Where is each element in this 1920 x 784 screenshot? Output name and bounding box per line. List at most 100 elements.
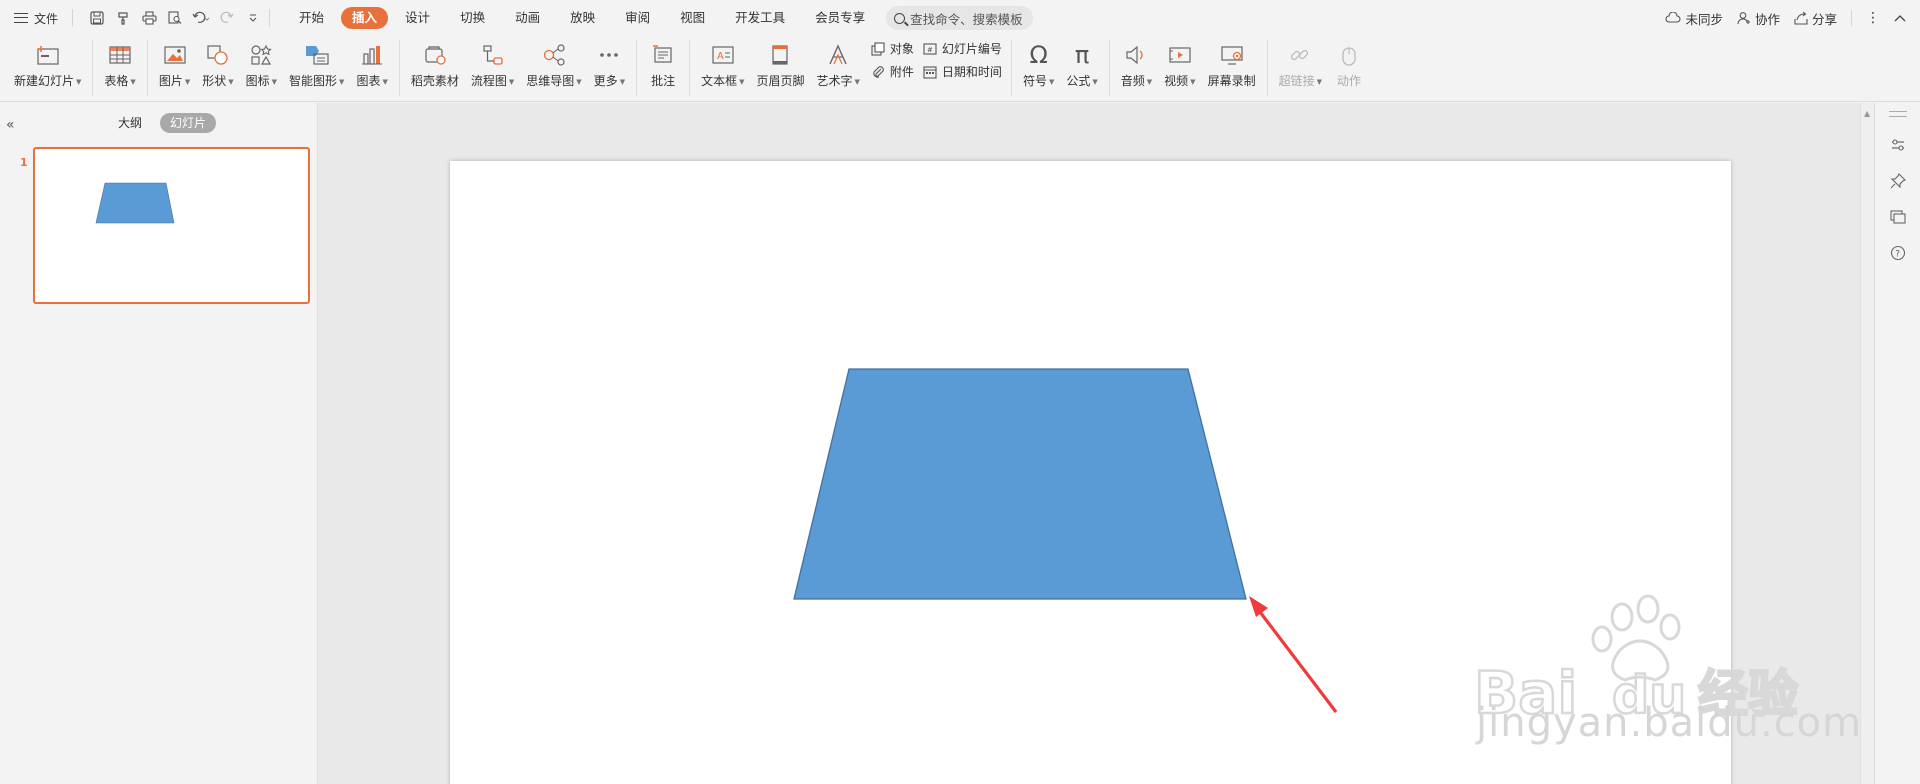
shape-button[interactable]: 形状 ▼ (196, 40, 239, 89)
screen-record-button[interactable]: 屏幕录制 (1202, 40, 1262, 89)
vertical-scrollbar[interactable]: ▲ (1860, 103, 1874, 784)
screen-record-label: 屏幕录制 (1207, 74, 1256, 88)
formula-label: 公式 (1066, 74, 1091, 88)
mindmap-icon (539, 40, 569, 70)
collapse-panel-icon[interactable]: « (6, 117, 15, 133)
comment-button[interactable]: 批注 (642, 40, 684, 89)
slides-view-tab[interactable]: 幻灯片 (160, 113, 217, 133)
screen-record-icon (1217, 40, 1247, 70)
tab-animations[interactable]: 动画 (502, 7, 553, 29)
icon-library-button[interactable]: 图标 ▼ (240, 40, 283, 89)
trapezoid-shape[interactable] (793, 368, 1247, 600)
file-menu[interactable]: 文件 (0, 0, 66, 36)
print-icon[interactable] (139, 8, 159, 28)
flowchart-icon (478, 40, 508, 70)
print-preview-icon[interactable] (165, 8, 185, 28)
sync-status-label: 未同步 (1685, 11, 1723, 27)
red-arrow-annotation (1249, 596, 1338, 713)
tab-review[interactable]: 审阅 (612, 7, 663, 29)
slide-number-label: 幻灯片编号 (941, 42, 1002, 56)
daoke-material-button[interactable]: 稻壳素材 (405, 40, 465, 89)
tab-design[interactable]: 设计 (392, 7, 443, 29)
datetime-button[interactable]: 日期和时间 (922, 63, 1002, 80)
grip-icon (1889, 111, 1907, 117)
command-search[interactable]: 查找命令、搜索模板 (886, 6, 1033, 30)
thumbnail-trapezoid (95, 182, 175, 224)
chart-label: 图表 (356, 74, 381, 88)
material-icon (420, 40, 450, 70)
datetime-label: 日期和时间 (941, 65, 1002, 79)
textbox-button[interactable]: A 文本框 ▼ (695, 40, 750, 89)
mouse-icon (1334, 40, 1364, 70)
tab-developer[interactable]: 开发工具 (722, 7, 798, 29)
customize-toolbar-icon[interactable] (243, 8, 263, 28)
ribbon-tabs: 开始 插入 设计 切换 动画 放映 审阅 视图 开发工具 会员专享 (284, 7, 880, 29)
picture-button[interactable]: 图片 ▼ (153, 40, 196, 89)
redo-icon[interactable] (217, 8, 237, 28)
mindmap-button[interactable]: 思维导图 ▼ (520, 40, 587, 89)
attachment-button[interactable]: 附件 (870, 63, 914, 80)
properties-icon[interactable] (1888, 135, 1908, 155)
action-button[interactable]: 动作 (1328, 40, 1370, 89)
table-label: 表格 (104, 74, 129, 88)
smartart-button[interactable]: 智能图形 ▼ (283, 40, 350, 89)
save-icon[interactable] (87, 8, 107, 28)
tab-view[interactable]: 视图 (667, 7, 718, 29)
omega-icon: Ω (1029, 41, 1048, 69)
action-label: 动作 (1336, 74, 1361, 88)
shape-label: 形状 (202, 74, 227, 88)
link-icon (1285, 40, 1315, 70)
outline-view-tab[interactable]: 大纲 (108, 113, 152, 133)
new-slide-button[interactable]: 新建幻灯片 ▼ (8, 40, 87, 89)
object-button[interactable]: 对象 (870, 40, 914, 57)
textbox-icon: A (708, 40, 738, 70)
separator (269, 9, 271, 27)
header-footer-label: 页眉页脚 (756, 74, 805, 88)
video-button[interactable]: 视频 ▼ (1158, 40, 1201, 89)
header-footer-icon (765, 40, 795, 70)
share-button[interactable]: 分享 (1794, 9, 1837, 28)
sync-status-button[interactable]: 未同步 (1665, 9, 1723, 28)
collaborate-label: 协作 (1754, 11, 1780, 27)
format-painter-icon[interactable] (113, 8, 133, 28)
shape-icon (203, 40, 233, 70)
search-icon (894, 12, 906, 24)
comment-icon (648, 40, 678, 70)
slide-thumbnail[interactable] (33, 147, 310, 304)
more-button[interactable]: 更多 ▼ (588, 40, 631, 89)
tab-slideshow[interactable]: 放映 (557, 7, 608, 29)
hyperlink-button[interactable]: 超链接 ▼ (1273, 40, 1328, 89)
insert-ribbon: 新建幻灯片 ▼ 表格 ▼ 图片 ▼ 形状 ▼ 图标 ▼ 智能图形 ▼ 图表 ▼ … (0, 36, 1920, 102)
tab-insert[interactable]: 插入 (341, 7, 389, 29)
wordart-button[interactable]: 艺术字 ▼ (811, 40, 866, 89)
formula-button[interactable]: π 公式 ▼ (1060, 40, 1103, 89)
slide-number-button[interactable]: # 幻灯片编号 (922, 40, 1002, 57)
separator (1851, 10, 1852, 26)
scroll-up-icon[interactable]: ▲ (1864, 109, 1870, 118)
pin-icon[interactable] (1888, 171, 1908, 191)
flowchart-button[interactable]: 流程图 ▼ (465, 40, 520, 89)
slide-number-icon: # (922, 41, 938, 57)
header-footer-button[interactable]: 页眉页脚 (750, 40, 810, 89)
collapse-ribbon-icon[interactable] (1894, 14, 1906, 22)
help-icon[interactable]: ? (1888, 243, 1908, 263)
tab-transitions[interactable]: 切换 (447, 7, 498, 29)
chart-button[interactable]: 图表 ▼ (350, 40, 393, 89)
task-pane-bar: ? (1874, 103, 1920, 784)
slide-canvas[interactable] (450, 161, 1731, 784)
collaborate-button[interactable]: 协作 (1737, 9, 1780, 28)
slide-thumbnail-number: 1 (20, 156, 28, 169)
table-button[interactable]: 表格 ▼ (98, 40, 141, 89)
audio-button[interactable]: 音频 ▼ (1115, 40, 1158, 89)
symbol-button[interactable]: Ω 符号 ▼ (1017, 40, 1060, 89)
picture-label: 图片 (158, 74, 183, 88)
tab-member[interactable]: 会员专享 (802, 7, 878, 29)
smartart-label: 智能图形 (289, 74, 338, 88)
paperclip-icon (870, 64, 886, 80)
more-options-icon[interactable]: ⋮ (1866, 10, 1880, 26)
daoke-material-label: 稻壳素材 (410, 74, 459, 88)
svg-text:?: ? (1895, 250, 1900, 260)
backup-icon[interactable] (1888, 207, 1908, 227)
undo-icon[interactable] (191, 8, 211, 28)
tab-home[interactable]: 开始 (286, 7, 337, 29)
